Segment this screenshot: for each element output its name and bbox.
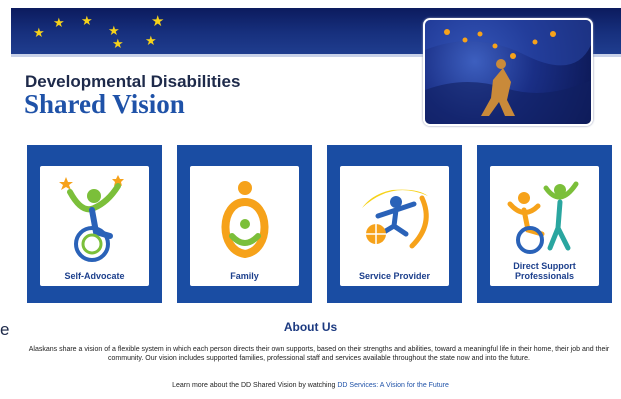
- star-icon: ★: [33, 26, 45, 41]
- tile-label-line2: Professionals: [514, 271, 575, 281]
- star-icon: ★: [81, 14, 93, 29]
- flag-photo-graphic: [425, 20, 591, 124]
- learn-more-line: Learn more about the DD Shared Vision by…: [0, 382, 621, 389]
- page-title-line2: Shared Vision: [24, 89, 185, 119]
- family-icon: [221, 181, 269, 259]
- tile-inner: Service Provider: [340, 166, 449, 286]
- self-advocate-icon: [59, 175, 124, 262]
- tile-label: Family: [230, 271, 259, 281]
- star-icon: ★: [53, 16, 65, 31]
- star-icon: ★: [145, 34, 157, 49]
- direct-support-icon: [507, 181, 579, 254]
- video-link[interactable]: DD Services: A Vision for the Future: [337, 382, 449, 389]
- learn-more-text: Learn more about the DD Shared Vision by…: [172, 382, 336, 389]
- star-icon: ★: [151, 12, 165, 30]
- about-body: Alaskans share a vision of a flexible sy…: [28, 346, 610, 362]
- tile-label-line1: Direct Support: [513, 261, 576, 271]
- tile-inner: Direct Support Professionals: [490, 166, 599, 286]
- tile-family[interactable]: Family: [177, 145, 312, 303]
- tile-inner: Family: [190, 166, 299, 286]
- service-provider-icon: [362, 189, 429, 249]
- tile-inner: Self-Advocate: [40, 166, 149, 286]
- tile-self-advocate[interactable]: Self-Advocate: [27, 145, 162, 303]
- about-heading: About Us: [283, 320, 338, 334]
- tile-label: Service Provider: [358, 271, 431, 281]
- tile-label: Self-Advocate: [64, 271, 125, 281]
- tile-direct-support-professionals[interactable]: Direct Support Professionals: [477, 145, 612, 303]
- flag-photo: [423, 18, 593, 126]
- tile-label: Direct Support Professionals: [490, 261, 599, 281]
- tile-service-provider[interactable]: Service Provider: [327, 145, 462, 303]
- star-icon: ★: [112, 37, 124, 52]
